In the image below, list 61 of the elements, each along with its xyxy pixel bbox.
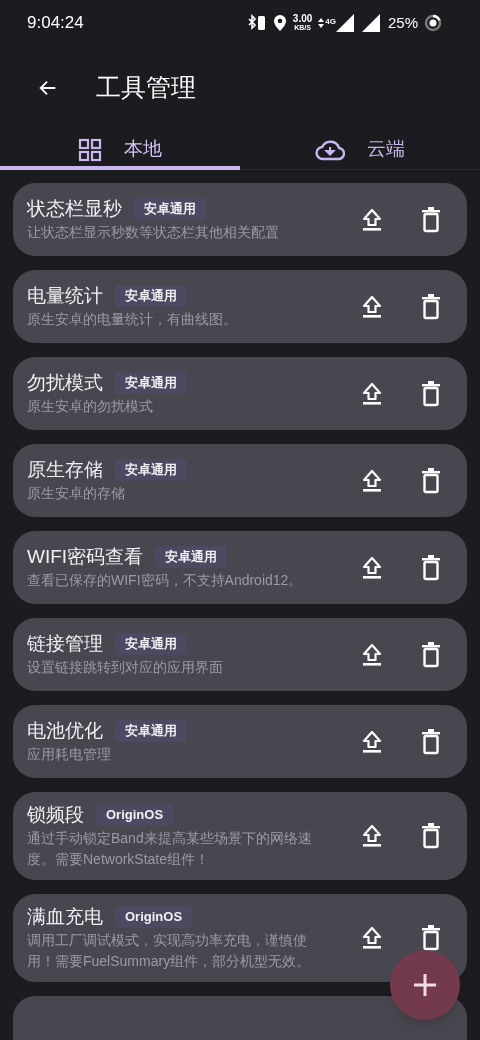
bluetooth-battery-icon	[246, 13, 267, 33]
tool-name: 电池优化	[27, 719, 103, 743]
status-time: 9:04:24	[27, 12, 84, 35]
net-speed: 3.00	[292, 14, 313, 23]
platform-tag: 安卓通用	[115, 633, 187, 655]
tool-description: 调用工厂调试模式，实现高功率充电，谨慎使用！需要FuelSummary组件，部分机型无效。	[27, 931, 312, 971]
tool-description: 原生安卓的电量统计，有曲线图。	[27, 310, 238, 329]
platform-tag: 安卓通用	[155, 546, 228, 568]
tool-name: 链接管理	[27, 632, 103, 656]
tool-description: 应用耗电管理	[27, 745, 112, 764]
tool-description: 通过手动锁定Band来提高某些场景下的网络速度。需要NetworkState组件！	[27, 829, 312, 869]
delete-button[interactable]	[421, 728, 441, 755]
tool-name: 状态栏显秒	[27, 197, 122, 221]
upload-button[interactable]	[361, 467, 383, 494]
tab[interactable]: 本地	[0, 130, 240, 169]
platform-tag: OriginOS	[115, 906, 193, 928]
tool-description: 原生安卓的勿扰模式	[27, 397, 154, 416]
tool-description: 让状态栏显示秒数等状态栏其他相关配置	[27, 223, 280, 242]
tool-name: 电量统计	[27, 284, 103, 308]
tool-description: 查看已保存的WIFI密码，不支持Android12。	[27, 571, 304, 590]
signal-icon	[335, 14, 354, 32]
upload-button[interactable]	[361, 641, 383, 668]
tab[interactable]: 云端	[240, 130, 480, 169]
upload-button[interactable]	[361, 925, 383, 951]
tool-description: 原生安卓的存储	[27, 484, 126, 503]
platform-tag: OriginOS	[96, 804, 174, 826]
delete-button[interactable]	[421, 206, 441, 233]
platform-tag: 安卓通用	[115, 285, 187, 307]
upload-button[interactable]	[361, 823, 383, 849]
tool-name: 满血充电	[27, 905, 103, 929]
cloud-download-icon	[315, 138, 345, 161]
delete-button[interactable]	[421, 823, 441, 849]
platform-tag: 安卓通用	[115, 459, 187, 481]
upload-button[interactable]	[361, 554, 383, 581]
delete-button[interactable]	[421, 925, 441, 951]
battery-ring-icon	[424, 14, 442, 32]
delete-button[interactable]	[421, 293, 441, 320]
plus-icon	[412, 972, 438, 998]
tool-name: WIFI密码查看	[27, 545, 144, 569]
signal-icon	[361, 14, 380, 32]
upload-button[interactable]	[361, 728, 383, 755]
delete-button[interactable]	[421, 380, 441, 407]
tool-description: 设置链接跳转到对应的应用界面	[27, 658, 224, 677]
platform-tag: 安卓通用	[115, 372, 187, 394]
delete-button[interactable]	[421, 467, 441, 494]
tool-name: 原生存储	[27, 458, 103, 482]
platform-tag: 安卓通用	[115, 720, 187, 742]
upload-button[interactable]	[361, 206, 383, 233]
delete-button[interactable]	[421, 641, 441, 668]
delete-button[interactable]	[421, 554, 441, 581]
upload-button[interactable]	[361, 293, 383, 320]
page-title: 工具管理	[96, 72, 196, 104]
upload-button[interactable]	[361, 380, 383, 407]
battery-percent: 25%	[387, 12, 418, 33]
network-type: 4G	[325, 16, 336, 28]
grid-icon	[78, 137, 102, 162]
data-arrows-icon	[318, 18, 325, 28]
tool-name: 锁频段	[27, 803, 84, 827]
location-icon	[272, 14, 287, 32]
platform-tag: 安卓通用	[134, 198, 206, 220]
tool-name: 勿扰模式	[27, 371, 103, 395]
